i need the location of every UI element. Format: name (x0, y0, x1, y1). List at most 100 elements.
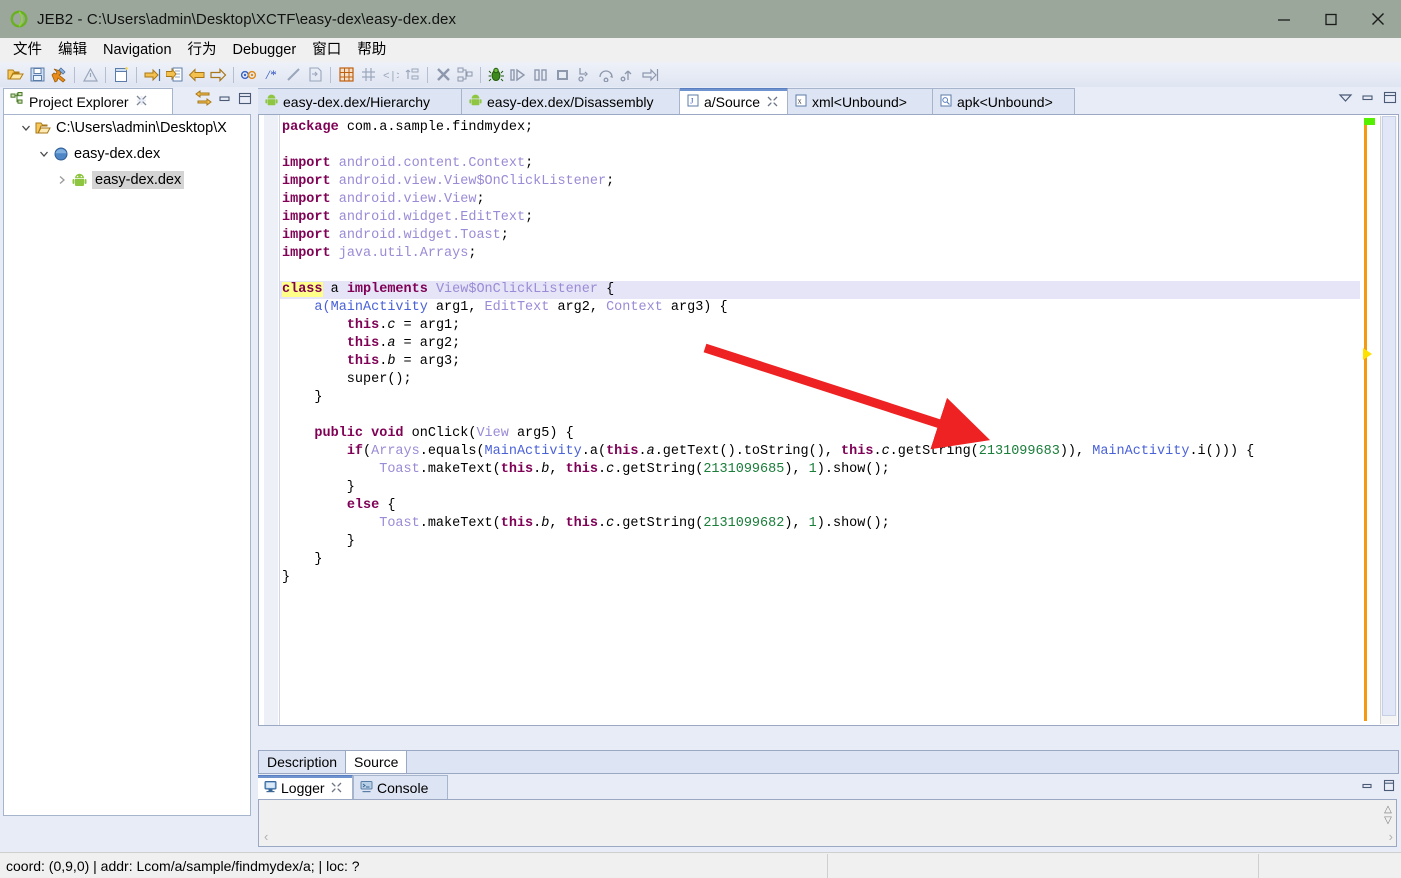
chevron-down-icon[interactable] (18, 123, 34, 133)
close-tab-icon[interactable] (331, 780, 342, 796)
tree-item-dex-project[interactable]: easy-dex.dex (4, 141, 250, 167)
rename-icon[interactable] (282, 64, 304, 85)
goto-icon[interactable] (141, 64, 163, 85)
toolbar-separator (74, 66, 75, 83)
tab-apk-unbound[interactable]: apk<Unbound> (933, 88, 1075, 114)
scroll-down-icon[interactable]: ▽ (1384, 815, 1392, 826)
open-folder-icon[interactable] (4, 64, 26, 85)
step-into-icon[interactable] (573, 64, 595, 85)
code-token: { (379, 498, 396, 513)
code-token: arg2, (549, 300, 607, 315)
stop-icon[interactable] (551, 64, 573, 85)
tree-item-label: easy-dex.dex (74, 146, 161, 162)
tab-console[interactable]: Console (353, 775, 448, 799)
code-line: import android.widget.Toast; (280, 227, 1360, 245)
editor-gutter[interactable] (259, 115, 280, 725)
link-with-editor-icon[interactable] (195, 90, 212, 111)
code-line: if(Arrays.equals(MainActivity.a(this.a.g… (280, 443, 1360, 461)
tree-item-workspace-folder[interactable]: C:\Users\admin\Desktop\X (4, 115, 250, 141)
logger-vertical-scrollbar[interactable]: △ ▽ (1381, 801, 1395, 829)
minimize-view-icon[interactable] (1361, 91, 1375, 109)
logger-output[interactable]: △ ▽ ‹ › (258, 799, 1397, 847)
goto-address-icon[interactable] (163, 64, 185, 85)
code-token: .i())) { (1189, 444, 1255, 459)
run-to-line-icon[interactable] (639, 64, 661, 85)
grid-icon[interactable] (357, 64, 379, 85)
menu-item-help[interactable]: 帮助 (349, 39, 394, 61)
tab-a-source[interactable]: J a/Source (680, 88, 788, 114)
menu-item-file[interactable]: 文件 (5, 39, 50, 61)
code-token: )), (1059, 444, 1093, 459)
scroll-right-icon[interactable]: › (1389, 829, 1393, 844)
scroll-up-icon[interactable]: △ (1384, 804, 1392, 815)
wrench-icon[interactable] (48, 64, 70, 85)
maximize-view-icon[interactable] (238, 92, 252, 110)
tree-item-dex-unit[interactable]: easy-dex.dex (4, 167, 250, 193)
close-icon[interactable] (1354, 0, 1401, 38)
maximize-view-icon[interactable] (1383, 779, 1395, 797)
back-arrow-icon[interactable] (185, 64, 207, 85)
project-tree: C:\Users\admin\Desktop\X easy-dex.dex ea… (3, 114, 251, 816)
debug-bug-icon[interactable] (485, 64, 507, 85)
delete-icon[interactable] (432, 64, 454, 85)
menu-item-window[interactable]: 窗口 (304, 39, 349, 61)
menu-item-navigation[interactable]: Navigation (95, 39, 180, 61)
bytes-icon[interactable]: <|> (379, 64, 401, 85)
toolbar-separator (480, 66, 481, 83)
export-icon[interactable] (304, 64, 326, 85)
maximize-view-icon[interactable] (1383, 91, 1397, 109)
menu-item-action[interactable]: 行为 (180, 39, 225, 61)
forward-arrow-icon[interactable] (207, 64, 229, 85)
code-line: this.b = arg3; (280, 353, 1360, 371)
minimize-view-icon[interactable] (218, 92, 232, 110)
tab-description[interactable]: Description (259, 751, 347, 773)
editor-vertical-scrollbar[interactable] (1380, 116, 1397, 724)
tab-hierarchy[interactable]: easy-dex.dex/Hierarchy (258, 88, 462, 114)
tab-source[interactable]: Source (346, 751, 408, 773)
pause-icon[interactable] (529, 64, 551, 85)
project-explorer-panel: Project Explorer C:\Users\admin\Desktop\… (2, 88, 254, 878)
tab-logger[interactable]: Logger (258, 775, 353, 799)
step-over-icon[interactable] (595, 64, 617, 85)
comment-icon[interactable]: /* (260, 64, 282, 85)
new-document-icon[interactable] (110, 64, 132, 85)
scroll-thumb[interactable] (1382, 116, 1396, 716)
table-icon[interactable] (335, 64, 357, 85)
code-token: .getText().toString(), (654, 444, 842, 459)
code-token: ).show(); (816, 462, 890, 477)
logger-horizontal-scrollbar[interactable]: ‹ › (260, 828, 1397, 845)
close-tab-icon[interactable] (767, 94, 778, 110)
editor-panel: easy-dex.dex/Hierarchy easy-dex.dex/Disa… (258, 88, 1399, 774)
scroll-left-icon[interactable]: ‹ (264, 829, 268, 844)
tab-project-explorer[interactable]: Project Explorer (3, 88, 173, 114)
minimize-view-icon[interactable] (1361, 779, 1374, 797)
code-content[interactable]: package com.a.sample.findmydex; import a… (280, 115, 1360, 707)
run-icon[interactable] (507, 64, 529, 85)
toolbar-separator (427, 66, 428, 83)
code-line: } (280, 479, 1360, 497)
save-icon[interactable] (26, 64, 48, 85)
chevron-right-icon[interactable] (54, 175, 70, 185)
android-icon (469, 94, 482, 110)
source-editor[interactable]: package com.a.sample.findmydex; import a… (258, 114, 1399, 774)
code-token: 2131099683 (978, 444, 1060, 459)
warning-icon[interactable] (79, 64, 101, 85)
menu-item-debugger[interactable]: Debugger (225, 39, 305, 61)
code-line: Toast.makeText(this.b, this.c.getString(… (280, 461, 1360, 479)
chevron-down-icon[interactable] (36, 149, 52, 159)
decompile-icon[interactable] (238, 64, 260, 85)
code-token: Toast (379, 516, 420, 531)
code-token: import (282, 174, 339, 189)
hierarchy-icon[interactable] (454, 64, 476, 85)
menu-item-edit[interactable]: 编辑 (50, 39, 95, 61)
step-return-icon[interactable] (617, 64, 639, 85)
tab-xml-unbound[interactable]: x xml<Unbound> (788, 88, 933, 114)
tab-label: a/Source (704, 93, 761, 110)
view-menu-icon[interactable] (1338, 91, 1353, 109)
tab-disassembly[interactable]: easy-dex.dex/Disassembly (462, 88, 680, 114)
minimize-icon[interactable] (1260, 0, 1307, 38)
maximize-icon[interactable] (1307, 0, 1354, 38)
close-tab-icon[interactable] (136, 93, 147, 111)
sort-icon[interactable] (401, 64, 423, 85)
